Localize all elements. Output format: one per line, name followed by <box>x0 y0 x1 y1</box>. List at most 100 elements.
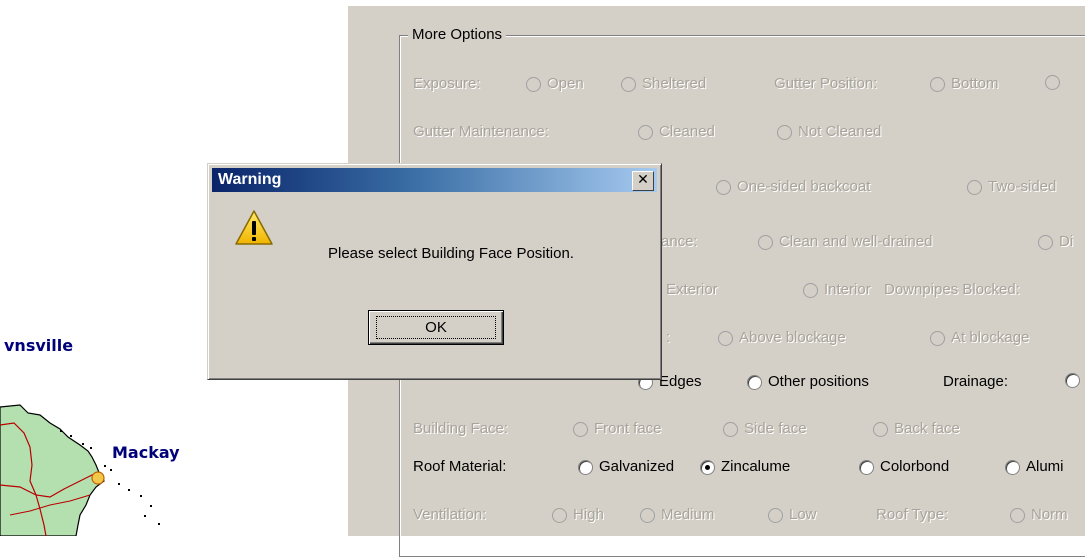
radio-option[interactable]: Cleaned <box>638 123 715 141</box>
radio-circle[interactable] <box>700 459 715 475</box>
radio-label: Back face <box>894 420 960 437</box>
radio-circle[interactable] <box>859 459 874 475</box>
radio-label: Clean and well-drained <box>779 233 933 250</box>
radio-label: Side face <box>744 420 807 437</box>
option-label: : <box>666 329 671 346</box>
close-icon: ✕ <box>637 172 649 188</box>
radio-circle[interactable] <box>930 330 945 346</box>
radio-label: Sheltered <box>642 75 707 92</box>
ok-button[interactable]: OK <box>368 310 504 345</box>
radio-circle[interactable] <box>803 282 818 298</box>
radio-label: Other positions <box>768 373 869 390</box>
radio-circle[interactable] <box>758 234 773 250</box>
radio-circle[interactable] <box>768 507 783 523</box>
radio-option[interactable] <box>1045 75 1066 90</box>
radio-circle[interactable] <box>1010 507 1025 523</box>
radio-label: Colorbond <box>880 458 950 475</box>
option-label: Gutter Position: <box>774 75 878 92</box>
radio-option[interactable]: One-sided backcoat <box>716 178 870 196</box>
radio-circle[interactable] <box>638 124 653 140</box>
radio-option[interactable]: Back face <box>873 420 960 438</box>
option-label: ance: <box>661 233 698 250</box>
radio-circle[interactable] <box>873 421 888 437</box>
radio-label: Low <box>789 506 817 523</box>
close-button[interactable]: ✕ <box>632 171 654 191</box>
radio-label: Bottom <box>951 75 999 92</box>
radio-option[interactable]: Above blockage <box>718 329 846 347</box>
radio-label: Zincalume <box>721 458 791 475</box>
radio-circle[interactable] <box>777 124 792 140</box>
radio-label: Alumi <box>1026 458 1064 475</box>
radio-label: One-sided backcoat <box>737 178 871 195</box>
radio-option[interactable] <box>1065 373 1085 388</box>
radio-option[interactable]: Alumi <box>1005 458 1064 476</box>
radio-circle[interactable] <box>1045 75 1060 90</box>
option-label: Downpipes Blocked: <box>884 281 1020 298</box>
radio-circle[interactable] <box>526 76 541 92</box>
radio-label: Interior <box>824 281 871 298</box>
radio-circle[interactable] <box>967 179 982 195</box>
radio-option[interactable]: Not Cleaned <box>777 123 881 141</box>
radio-label: Two-sided <box>988 178 1057 195</box>
radio-option[interactable]: Galvanized <box>578 458 674 476</box>
warning-icon <box>235 210 273 245</box>
option-label: Roof Type: <box>876 506 949 523</box>
radio-option[interactable]: Medium <box>640 506 714 524</box>
option-label: Exposure: <box>413 75 481 92</box>
radio-option[interactable]: Open <box>526 75 584 93</box>
radio-circle[interactable] <box>1065 373 1080 388</box>
radio-label: Front face <box>594 420 662 437</box>
radio-option[interactable]: Front face <box>573 420 662 438</box>
radio-label: Galvanized <box>599 458 675 475</box>
radio-option[interactable]: Clean and well-drained <box>758 233 932 251</box>
option-label: Building Face: <box>413 420 509 437</box>
radio-circle[interactable] <box>930 76 945 92</box>
warning-dialog: Warning ✕ Please select Building Face Po… <box>207 163 662 380</box>
radio-option[interactable]: Norm <box>1010 506 1068 524</box>
map-city-label: vnsville <box>4 336 74 355</box>
radio-circle[interactable] <box>723 421 738 437</box>
radio-option[interactable]: Interior <box>803 281 871 299</box>
radio-label: Open <box>547 75 584 92</box>
option-label: Ventilation: <box>413 506 487 523</box>
radio-option[interactable]: Zincalume <box>700 458 790 476</box>
radio-circle[interactable] <box>747 374 762 390</box>
radio-label: Cleaned <box>659 123 715 140</box>
radio-option[interactable]: Two-sided <box>967 178 1056 196</box>
radio-circle[interactable] <box>640 507 655 523</box>
dialog-title: Warning <box>218 171 282 188</box>
option-label: Gutter Maintenance: <box>413 123 549 140</box>
radio-option[interactable]: Other positions <box>747 373 869 391</box>
radio-option[interactable]: Colorbond <box>859 458 949 476</box>
radio-label: Above blockage <box>739 329 846 346</box>
radio-label: High <box>573 506 604 523</box>
radio-option[interactable]: At blockage <box>930 329 1029 347</box>
radio-label: At blockage <box>951 329 1030 346</box>
radio-option[interactable]: Di <box>1038 233 1073 251</box>
radio-circle[interactable] <box>1038 234 1053 250</box>
dialog-message: Please select Building Face Position. <box>328 245 574 262</box>
radio-circle[interactable] <box>573 421 588 437</box>
dialog-titlebar[interactable]: Warning ✕ <box>212 168 657 192</box>
radio-circle[interactable] <box>716 179 731 195</box>
radio-option[interactable]: Bottom <box>930 75 999 93</box>
option-label: Roof Material: <box>413 458 507 475</box>
radio-option[interactable]: Low <box>768 506 817 524</box>
radio-option[interactable]: High <box>552 506 604 524</box>
radio-circle[interactable] <box>1005 459 1020 475</box>
radio-label: Norm <box>1031 506 1068 523</box>
radio-circle[interactable] <box>718 330 733 346</box>
map-city-label: Mackay <box>112 443 180 462</box>
groupbox-title: More Options <box>408 26 507 43</box>
radio-label: Edges <box>659 373 702 390</box>
radio-label: Di <box>1059 233 1074 250</box>
ok-button-label: OK <box>376 316 496 339</box>
radio-option[interactable]: Sheltered <box>621 75 706 93</box>
radio-circle[interactable] <box>552 507 567 523</box>
radio-label: Not Cleaned <box>798 123 882 140</box>
option-label: Drainage: <box>943 373 1009 390</box>
radio-label: Medium <box>661 506 715 523</box>
radio-option[interactable]: Side face <box>723 420 807 438</box>
radio-circle[interactable] <box>621 76 636 92</box>
radio-circle[interactable] <box>578 459 593 475</box>
